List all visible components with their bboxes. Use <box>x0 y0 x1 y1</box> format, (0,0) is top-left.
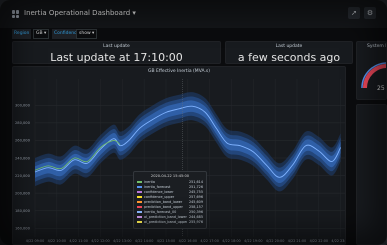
y-tick-label: 180,000 <box>15 209 31 213</box>
tooltip-row: inertia_forecast 251,726 <box>137 185 203 190</box>
x-tick-label: 4/22 18:00 <box>222 239 240 243</box>
tooltip-title: 2020-04-22 15:45:00 <box>150 174 190 178</box>
tooltip-series-value: 257,696 <box>188 195 203 199</box>
last-update-relative-panel: Last update a few seconds ago <box>225 41 353 64</box>
x-tick-label: 4/22 10:00 <box>48 239 66 243</box>
tooltip-series-name: inertia <box>144 180 155 184</box>
tooltip-series-name: ol_prediction_band_upper <box>144 220 187 224</box>
chart-tooltip: 2020-04-22 15:45:00 inertia 251,614 inerti… <box>133 171 207 229</box>
tooltip-row: prediction_band_upper 258,157 <box>137 205 203 210</box>
gauge-value: 25 <box>377 85 385 92</box>
y-tick-label: 280,000 <box>15 121 31 125</box>
y-tick-label: 160,000 <box>15 227 31 231</box>
confidence-select[interactable]: show ▾ <box>76 29 98 39</box>
series-swatch <box>137 221 142 223</box>
dashboard-title[interactable]: Inertia Operational Dashboard ▾ <box>24 9 136 17</box>
x-tick-label: 4/22 12:00 <box>91 239 109 243</box>
series-swatch <box>137 196 142 198</box>
series-swatch <box>137 191 142 193</box>
x-tick-label: 4/22 09:00 <box>26 239 44 243</box>
chevron-down-icon: ▾ <box>132 9 136 17</box>
series-swatch <box>137 211 142 213</box>
tooltip-series-name: inertia_forecast <box>144 185 171 189</box>
share-icon: ➚ <box>351 9 357 17</box>
last-update-time-panel: Last update Last update at 17:10:00 <box>12 41 221 64</box>
tooltip-row: confidence_lower 245,755 <box>137 190 203 195</box>
last-update-time-value: Last update at 17:10:00 <box>50 51 183 64</box>
tooltip-series-name: inertia_forecast_00 <box>144 210 177 214</box>
x-tick-label: 4/22 23:00 <box>331 239 346 243</box>
tooltip-row: inertia 251,614 <box>137 180 203 185</box>
x-tick-label: 4/22 11:00 <box>69 239 87 243</box>
last-update-relative-value: a few seconds ago <box>237 51 341 64</box>
y-tick-label: 200,000 <box>15 191 31 195</box>
tooltip-series-name: ol_prediction_band_lower <box>144 215 187 219</box>
x-tick-label: 4/22 16:00 <box>179 239 197 243</box>
tooltip-series-value: 251,614 <box>188 180 203 184</box>
region-select[interactable]: GB ▾ <box>33 29 50 39</box>
x-tick-label: 4/22 15:00 <box>157 239 175 243</box>
tooltip-row: confidence_upper 257,696 <box>137 195 203 200</box>
tooltip-row: inertia_forecast_00 250,396 <box>137 210 203 215</box>
series-swatch <box>137 216 142 218</box>
panel-title: Last update <box>103 44 130 49</box>
y-tick-label: 240,000 <box>15 156 31 160</box>
side-panel-lower <box>356 104 387 245</box>
series-swatch <box>137 206 142 208</box>
tooltip-series-name: prediction_band_lower <box>144 200 183 204</box>
tooltip-series-value: 244,685 <box>188 215 203 219</box>
top-navbar: Inertia Operational Dashboard ▾ ➚ ⚙ <box>0 0 387 28</box>
region-label: Region <box>12 29 32 39</box>
y-tick-label: 260,000 <box>15 139 31 143</box>
x-tick-label: 4/22 14:00 <box>135 239 153 243</box>
dashboard-title-text: Inertia Operational Dashboard <box>24 9 131 17</box>
tooltip-series-value: 251,726 <box>188 185 203 189</box>
x-tick-label: 4/22 22:00 <box>310 239 328 243</box>
y-tick-label: 300,000 <box>15 104 31 108</box>
x-tick-label: 4/22 20:00 <box>266 239 284 243</box>
x-tick-label: 4/22 19:00 <box>244 239 262 243</box>
settings-button[interactable]: ⚙ <box>364 7 376 19</box>
apps-icon[interactable] <box>12 10 20 18</box>
series-swatch <box>137 201 142 203</box>
tooltip-series-name: confidence_lower <box>144 190 174 194</box>
x-tick-label: 4/22 21:00 <box>288 239 306 243</box>
x-tick-label: 4/22 13:00 <box>113 239 131 243</box>
tooltip-series-value: 245,609 <box>188 200 203 204</box>
tooltip-row: ol_prediction_band_lower 244,685 <box>137 215 203 220</box>
tooltip-rows: inertia 251,614 inertia_forecast 251,726 con… <box>137 180 203 225</box>
panel-title: Last update <box>275 44 303 49</box>
x-tick-label: 4/22 17:00 <box>200 239 218 243</box>
tooltip-row: prediction_band_lower 245,609 <box>137 200 203 205</box>
gear-icon: ⚙ <box>366 9 374 17</box>
share-button[interactable]: ➚ <box>348 7 360 19</box>
tooltip-series-value: 245,755 <box>188 190 203 194</box>
tooltip-series-value: 255,976 <box>188 220 203 224</box>
tooltip-series-value: 250,396 <box>188 210 203 214</box>
tooltip-series-name: prediction_band_upper <box>144 205 183 209</box>
variables-bar: Region GB ▾ Confidence show ▾ <box>0 28 387 40</box>
y-tick-label: 220,000 <box>15 174 31 178</box>
tooltip-series-value: 258,157 <box>188 205 203 209</box>
system-inertia-panel: System In 25 <box>356 41 387 100</box>
series-swatch <box>137 181 142 183</box>
tooltip-series-name: confidence_upper <box>144 195 175 199</box>
series-swatch <box>137 186 142 188</box>
tooltip-row: ol_prediction_band_upper 255,976 <box>137 220 203 225</box>
